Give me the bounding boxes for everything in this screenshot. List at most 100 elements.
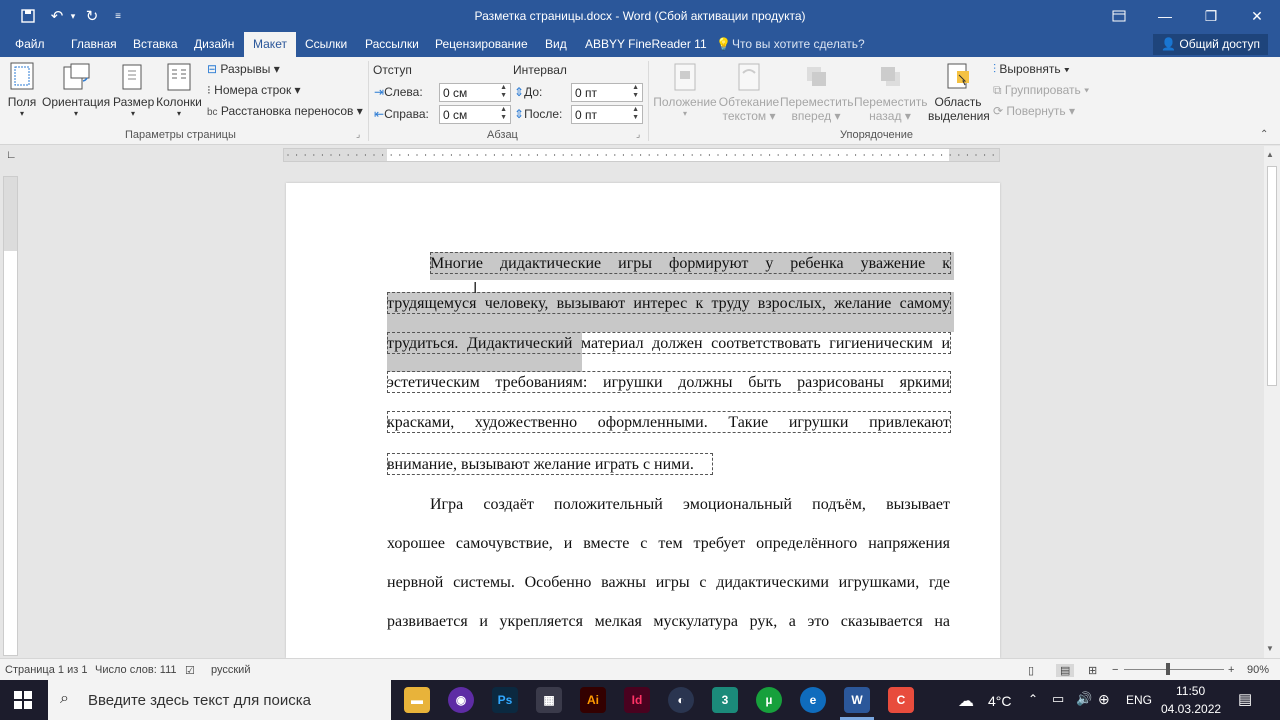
podcast-app-icon[interactable]: ◉: [448, 687, 474, 713]
chevron-up-icon[interactable]: ⌃: [1028, 692, 1038, 706]
doc-line[interactable]: красками, художественно оформленными. Та…: [387, 414, 950, 432]
indent-left-input[interactable]: 0 см ▲ ▼: [439, 83, 511, 102]
notifications-icon[interactable]: ▤: [1238, 690, 1252, 708]
spacing-before-label: ⇕До:: [514, 85, 543, 99]
tell-me-input[interactable]: Что вы хотите сделать?: [732, 37, 865, 51]
tab-file[interactable]: Файл: [15, 37, 45, 51]
weather-icon[interactable]: ☁: [958, 691, 974, 711]
bring-forward-button[interactable]: Переместить вперед ▾: [780, 61, 854, 123]
tab-selector-icon[interactable]: ∟: [6, 149, 17, 161]
wrap-text-button[interactable]: Обтекание текстом ▾: [718, 61, 780, 123]
tab-mailings[interactable]: Рассылки: [365, 37, 419, 51]
collapse-ribbon-icon[interactable]: ⌃: [1260, 129, 1268, 140]
taskbar-search-input[interactable]: ⌕ Введите здесь текст для поиска: [48, 680, 391, 720]
scroll-up-icon[interactable]: ▲: [1266, 150, 1274, 159]
zoom-out-icon[interactable]: −: [1112, 664, 1118, 676]
tab-design[interactable]: Дизайн: [194, 37, 234, 51]
doc-line[interactable]: эстетическим требованиям: игрушки должны…: [387, 374, 950, 392]
orientation-button[interactable]: Ориентация ▾: [42, 61, 110, 118]
store-icon[interactable]: ▦: [536, 687, 562, 713]
hyphenation-button[interactable]: bc Расстановка переносов ▾: [207, 104, 363, 118]
line-numbers-button[interactable]: ⁝ Номера строк ▾: [207, 83, 301, 97]
spacing-after-input[interactable]: 0 пт ▲ ▼: [571, 105, 643, 124]
close-icon[interactable]: ✕: [1234, 0, 1280, 32]
rotate-button[interactable]: ⟳ Повернуть ▾: [993, 104, 1075, 118]
clock-time[interactable]: 11:50: [1176, 684, 1205, 698]
globe-icon[interactable]: ⊕: [1098, 691, 1110, 708]
torrent-icon[interactable]: µ: [756, 687, 782, 713]
breaks-button[interactable]: ⊟ Разрывы ▾: [207, 62, 280, 76]
separator: [368, 61, 369, 141]
doc-line[interactable]: хорошее самочувствие, и вместе с тем тре…: [387, 535, 950, 553]
margins-button[interactable]: Поля ▾: [6, 61, 38, 118]
tab-view[interactable]: Вид: [545, 37, 567, 51]
browser-icon[interactable]: ◐: [668, 687, 694, 713]
indent-right-icon: ⇤: [374, 107, 385, 121]
page-setup-launcher-icon[interactable]: ⌟: [356, 129, 360, 140]
doc-line[interactable]: нервной системы. Особенно важны игры с д…: [387, 574, 950, 592]
doc-line[interactable]: внимание, вызывают желание играть с ними…: [387, 456, 694, 474]
edge-icon[interactable]: e: [800, 687, 826, 713]
indent-right-input[interactable]: 0 см ▲ ▼: [439, 105, 511, 124]
zoom-in-icon[interactable]: +: [1228, 664, 1234, 676]
ribbon-display-icon[interactable]: [1096, 0, 1142, 32]
web-layout-icon[interactable]: ⊞: [1088, 664, 1097, 677]
temperature[interactable]: 4°C: [988, 693, 1012, 709]
input-language[interactable]: ENG: [1126, 693, 1152, 707]
clock-date[interactable]: 04.03.2022: [1161, 702, 1221, 716]
windows-start-icon[interactable]: [14, 691, 32, 712]
illustrator-icon[interactable]: Ai: [580, 687, 606, 713]
zoom-slider[interactable]: [1124, 669, 1224, 670]
volume-icon[interactable]: 🔊: [1076, 691, 1092, 707]
align-button[interactable]: ⫶ Выровнять ▾: [993, 62, 1070, 77]
paragraph-launcher-icon[interactable]: ⌟: [636, 129, 640, 140]
size-icon: [122, 64, 142, 90]
columns-button[interactable]: Колонки ▾: [155, 61, 203, 118]
minimize-icon[interactable]: —: [1142, 0, 1188, 32]
send-backward-button[interactable]: Переместить назад ▾: [854, 61, 928, 123]
doc-line[interactable]: Игра создаёт положительный эмоциональный…: [430, 496, 950, 514]
taskbar: ⌕ Введите здесь текст для поиска ▬ ◉ Ps …: [0, 680, 1280, 720]
page-count[interactable]: Страница 1 из 1: [5, 664, 87, 676]
status-bar: Страница 1 из 1 Число слов: 111 ☑ русски…: [0, 658, 1280, 680]
word-icon[interactable]: W: [844, 687, 870, 713]
read-mode-icon[interactable]: ▯: [1028, 664, 1034, 677]
app-3-icon[interactable]: 3: [712, 687, 738, 713]
ribbon-tabs: Файл Главная Вставка Дизайн Макет Ссылки…: [0, 32, 1280, 57]
tab-home[interactable]: Главная: [71, 37, 117, 51]
vertical-ruler[interactable]: [3, 176, 18, 656]
doc-line[interactable]: развивается и укрепляется мелкая мускула…: [387, 613, 950, 631]
share-button[interactable]: 👤 Общий доступ: [1153, 34, 1268, 55]
word-count[interactable]: Число слов: 111: [95, 664, 177, 676]
doc-line[interactable]: трудящемуся человеку, вызывают интерес к…: [387, 295, 950, 313]
file-explorer-icon[interactable]: ▬: [404, 687, 430, 713]
language-indicator[interactable]: русский: [211, 664, 250, 676]
separator: [648, 61, 649, 141]
zoom-slider-thumb[interactable]: [1166, 663, 1170, 675]
group-button[interactable]: ⧉ Группировать ▾: [993, 83, 1089, 98]
proofing-icon[interactable]: ☑: [185, 664, 195, 677]
scrollbar-thumb[interactable]: [1267, 166, 1277, 386]
print-layout-icon[interactable]: ▤: [1056, 664, 1075, 677]
tab-insert[interactable]: Вставка: [133, 37, 178, 51]
app-c-icon[interactable]: C: [888, 687, 914, 713]
ruler-row: ∟: [0, 146, 1280, 166]
position-button[interactable]: Положение ▾: [652, 61, 718, 118]
size-button[interactable]: Размер ▾: [113, 61, 154, 118]
tab-abbyy[interactable]: ABBYY FineReader 11: [585, 37, 707, 51]
vertical-scrollbar[interactable]: ▲ ▼: [1264, 146, 1280, 658]
network-icon[interactable]: ▭: [1052, 691, 1064, 707]
tab-references[interactable]: Ссылки: [305, 37, 347, 51]
doc-line[interactable]: Многие дидактические игры формируют у ре…: [430, 255, 950, 273]
scroll-down-icon[interactable]: ▼: [1266, 644, 1274, 653]
tab-layout[interactable]: Макет: [244, 32, 296, 57]
selection-pane-button[interactable]: Область выделения: [928, 61, 990, 123]
zoom-level[interactable]: 90%: [1247, 664, 1269, 676]
spacing-before-input[interactable]: 0 пт ▲ ▼: [571, 83, 643, 102]
restore-icon[interactable]: ❐: [1188, 0, 1234, 32]
indesign-icon[interactable]: Id: [624, 687, 650, 713]
photoshop-icon[interactable]: Ps: [492, 687, 518, 713]
horizontal-ruler[interactable]: [283, 148, 1000, 162]
tab-review[interactable]: Рецензирование: [435, 37, 528, 51]
doc-line[interactable]: трудиться. Дидактический материал должен…: [387, 335, 950, 353]
